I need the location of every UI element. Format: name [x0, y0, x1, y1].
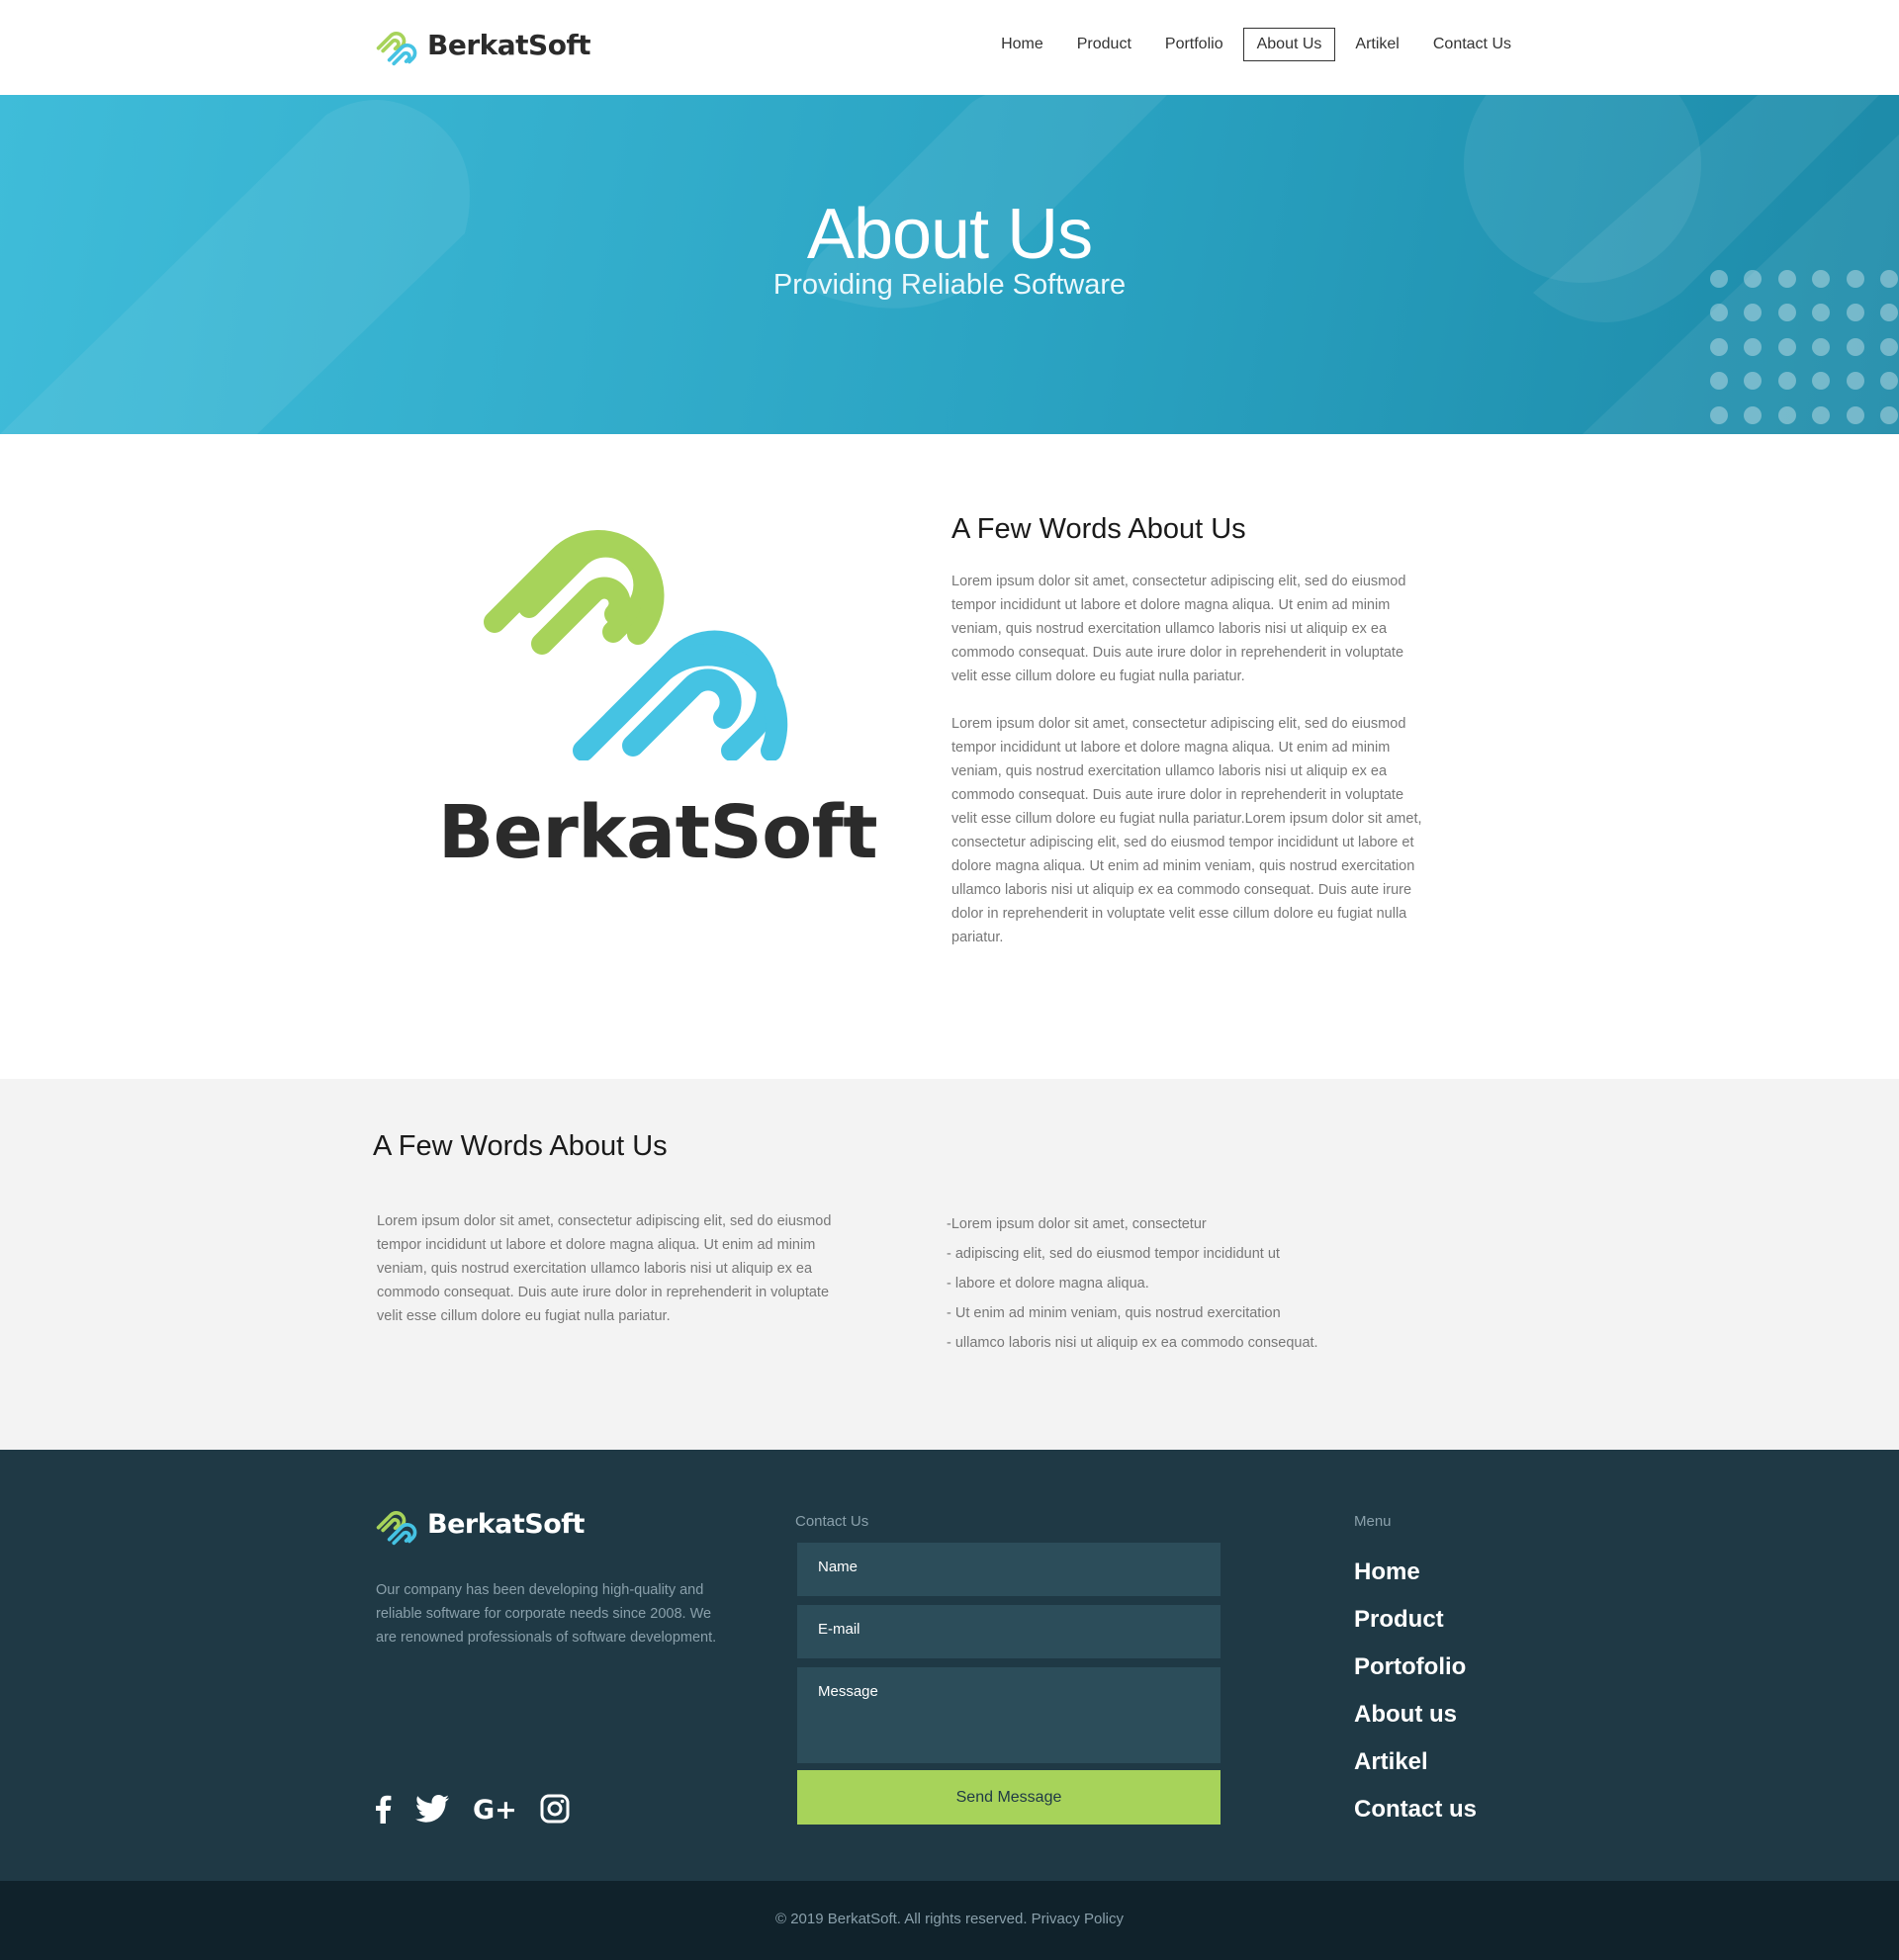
nav-item-product[interactable]: Product — [1063, 28, 1145, 61]
footer-menu: Home Product Portofolio About us Artikel… — [1354, 1549, 1477, 1833]
list-item: -Lorem ipsum dolor sit amet, consectetur — [947, 1216, 1207, 1232]
about-heading: A Few Words About Us — [951, 513, 1246, 545]
site-header: BerkatSoft Home Product Portfolio About … — [0, 0, 1899, 95]
message-field[interactable]: Message — [797, 1667, 1221, 1763]
footer-menu-item-about-us[interactable]: About us — [1354, 1691, 1477, 1738]
nav-item-about-us[interactable]: About Us — [1242, 28, 1336, 61]
footer-menu-item-portofolio[interactable]: Portofolio — [1354, 1644, 1477, 1691]
facebook-icon[interactable] — [374, 1794, 392, 1828]
footer-menu-item-home[interactable]: Home — [1354, 1549, 1477, 1596]
footer-logo[interactable]: BerkatSoft — [374, 1501, 585, 1547]
footer-menu-heading: Menu — [1354, 1513, 1392, 1530]
site-footer: BerkatSoft Our company has been developi… — [0, 1450, 1899, 1881]
details-heading: A Few Words About Us — [373, 1130, 668, 1162]
company-description: Our company has been developing high-qua… — [376, 1582, 717, 1646]
footer-menu-item-artikel[interactable]: Artikel — [1354, 1738, 1477, 1786]
list-item: - labore et dolore magna aliqua. — [947, 1276, 1149, 1292]
about-section: BerkatSoft A Few Words About Us Lorem ip… — [0, 434, 1899, 1079]
about-paragraph-1: Lorem ipsum dolor sit amet, consectetur … — [951, 574, 1406, 684]
brand-logo-large: BerkatSoft — [435, 523, 880, 889]
nav-item-contact-us[interactable]: Contact Us — [1419, 28, 1525, 61]
brand-wordmark: BerkatSoft — [437, 790, 878, 875]
footer-menu-item-contact-us[interactable]: Contact us — [1354, 1786, 1477, 1833]
google-plus-icon[interactable]: G+ — [473, 1795, 517, 1827]
footer-logo-text: BerkatSoft — [427, 1508, 585, 1540]
list-item: - Ut enim ad minim veniam, quis nostrud … — [947, 1305, 1281, 1321]
send-message-button[interactable]: Send Message — [797, 1770, 1221, 1825]
berkatsoft-mark-icon — [484, 530, 788, 761]
svg-text:G+: G+ — [473, 1795, 516, 1823]
berkatsoft-logo-icon — [376, 32, 417, 66]
main-nav: Home Product Portfolio About Us Artikel … — [987, 28, 1525, 61]
logo-text: BerkatSoft — [427, 28, 591, 61]
twitter-icon[interactable] — [414, 1795, 449, 1827]
about-text-column: A Few Words About Us Lorem ipsum dolor s… — [951, 513, 1426, 949]
berkatsoft-logo-icon — [376, 1511, 417, 1546]
contact-form-heading: Contact Us — [795, 1513, 869, 1530]
hero-banner: About Us Providing Reliable Software — [0, 95, 1899, 434]
header-logo[interactable]: BerkatSoft — [374, 22, 591, 67]
list-item: - adipiscing elit, sed do eiusmod tempor… — [947, 1246, 1280, 1262]
nav-item-portfolio[interactable]: Portfolio — [1151, 28, 1237, 61]
nav-item-home[interactable]: Home — [987, 28, 1057, 61]
name-field[interactable]: Name — [797, 1543, 1221, 1596]
copyright-bar: © 2019 BerkatSoft. All rights reserved. … — [0, 1881, 1899, 1960]
page-subtitle: Providing Reliable Software — [772, 269, 1127, 301]
details-paragraph: Lorem ipsum dolor sit amet, consectetur … — [377, 1213, 832, 1324]
details-section: A Few Words About Us Lorem ipsum dolor s… — [0, 1079, 1899, 1450]
page-title: About Us — [806, 195, 1093, 274]
copyright-text: © 2019 BerkatSoft. All rights reserved. … — [774, 1911, 1125, 1927]
footer-menu-item-product[interactable]: Product — [1354, 1596, 1477, 1644]
list-item: - ullamco laboris nisi ut aliquip ex ea … — [947, 1335, 1318, 1351]
instagram-icon[interactable] — [540, 1794, 570, 1828]
social-links: G+ — [374, 1794, 570, 1828]
details-bullet-list: -Lorem ipsum dolor sit amet, consectetur… — [947, 1209, 1318, 1358]
nav-item-artikel[interactable]: Artikel — [1341, 28, 1412, 61]
about-paragraph-2: Lorem ipsum dolor sit amet, consectetur … — [951, 716, 1422, 945]
email-field[interactable]: E-mail — [797, 1605, 1221, 1658]
